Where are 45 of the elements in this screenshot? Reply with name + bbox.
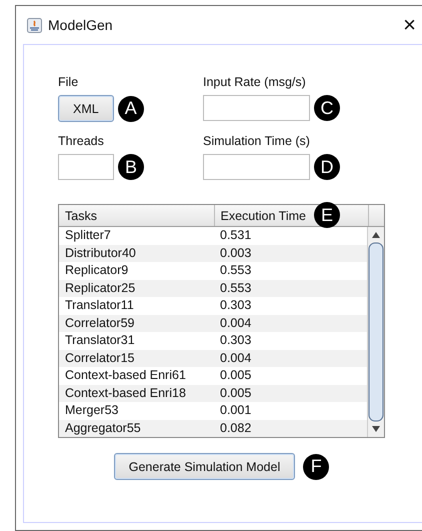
window-title: ModelGen [48, 17, 114, 33]
table-cell: Replicator25 [59, 280, 214, 297]
table-cell: 0.005 [214, 367, 367, 384]
annotation-marker: C [314, 95, 340, 121]
app-icon [27, 18, 42, 32]
table-cell-text: 0.531 [219, 227, 252, 244]
field-label: Threads [58, 134, 105, 148]
field-label: Simulation Time (s) [203, 134, 311, 148]
table-cell: Replicator9 [59, 262, 214, 280]
table-cell: Correlator15 [59, 350, 214, 367]
table-cell-text: Splitter7 [64, 227, 112, 244]
table-cell: 0.303 [214, 332, 367, 350]
table-cell: 0.003 [214, 244, 367, 262]
generate-simulation-model-button[interactable]: Generate Simulation Model [114, 453, 296, 480]
table-cell: Context-based Enri18 [59, 384, 214, 402]
table-cell: 0.004 [214, 314, 367, 332]
table-cell: 0.553 [214, 280, 367, 297]
table-cell: Aggregator55 [59, 420, 214, 437]
table-cell: Translator11 [59, 297, 214, 314]
table-cell: 0.553 [214, 262, 367, 280]
table-cell: Translator31 [59, 332, 214, 350]
input-field[interactable] [58, 154, 114, 180]
table-cell: 0.004 [214, 350, 367, 367]
table-cell: Context-based Enri61 [59, 367, 214, 384]
column-header[interactable]: Tasks [65, 208, 97, 222]
table-cell: 0.001 [214, 402, 367, 420]
annotation-marker: D [314, 154, 340, 180]
table-cell: Distributor40 [59, 244, 214, 262]
annotation-marker: B [118, 154, 144, 180]
close-button[interactable]: × [403, 14, 422, 36]
table-cell: Correlator59 [59, 314, 214, 332]
file-button[interactable]: XML [58, 95, 114, 122]
field-label: File [58, 75, 80, 89]
field-label: Input Rate (msg/s) [203, 75, 307, 89]
input-field[interactable] [203, 95, 310, 121]
annotation-marker: F [303, 454, 330, 480]
table-cell: 0.303 [214, 297, 367, 314]
annotation-marker: E [314, 202, 340, 228]
table-cell: Merger53 [59, 402, 214, 420]
input-field[interactable] [203, 154, 310, 180]
table-cell: 0.005 [214, 384, 367, 402]
scrollbar[interactable] [367, 227, 384, 437]
table-cell: 0.082 [214, 420, 367, 437]
column-header[interactable]: Execution Time [220, 208, 306, 222]
annotation-marker: A [118, 96, 144, 122]
